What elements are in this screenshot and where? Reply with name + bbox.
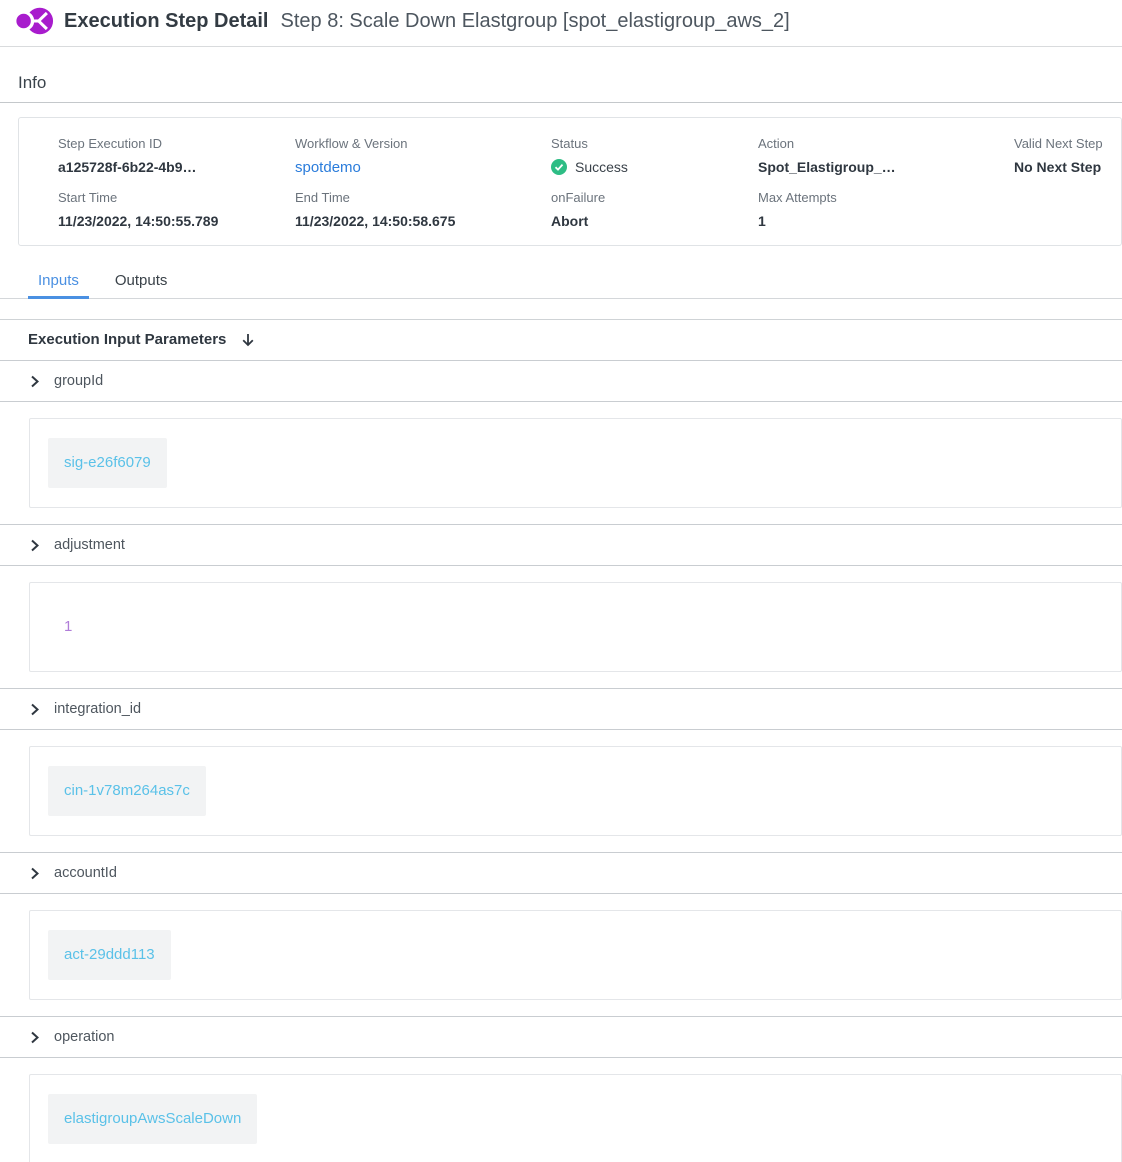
field-value: a125728f-6b22-4b9… <box>58 159 295 175</box>
field-value: 11/23/2022, 14:50:58.675 <box>295 213 551 229</box>
param-section: groupId sig-e26f6079 <box>0 360 1122 524</box>
field-max-attempts: Max Attempts 1 <box>758 190 1014 229</box>
param-row[interactable]: integration_id <box>0 689 1122 730</box>
tab-outputs[interactable]: Outputs <box>105 267 178 299</box>
page-title: Execution Step Detail <box>64 10 269 33</box>
param-section: adjustment 1 <box>0 524 1122 688</box>
field-valid-next-step: Valid Next Step No Next Step <box>1014 136 1121 176</box>
param-section: operation elastigroupAwsScaleDown <box>0 1016 1122 1162</box>
param-panel-wrap: elastigroupAwsScaleDown <box>0 1058 1122 1162</box>
param-value-chip: act-29ddd113 <box>48 930 171 980</box>
param-panel-wrap: act-29ddd113 <box>0 894 1122 1016</box>
param-value-chip: cin-1v78m264as7c <box>48 766 206 816</box>
field-action: Action Spot_Elastigroup_… <box>758 136 1014 176</box>
field-status: Status Success <box>551 136 758 176</box>
param-name: accountId <box>54 865 117 881</box>
field-label: End Time <box>295 190 551 205</box>
chevron-right-icon <box>28 375 41 388</box>
param-value-panel: sig-e26f6079 <box>29 418 1122 508</box>
spot-brand-icon <box>16 5 54 37</box>
param-name: operation <box>54 1029 114 1045</box>
info-heading: Info <box>18 73 46 92</box>
tab-bar: Inputs Outputs <box>0 267 1122 299</box>
param-row[interactable]: groupId <box>0 361 1122 402</box>
params-panel: Execution Input Parameters groupId sig-e… <box>0 319 1122 1162</box>
page-header: Execution Step Detail Step 8: Scale Down… <box>0 0 1122 47</box>
chevron-right-icon <box>28 703 41 716</box>
param-value-chip: 1 <box>48 602 88 652</box>
param-name: integration_id <box>54 701 141 717</box>
params-header: Execution Input Parameters <box>0 320 1122 360</box>
param-panel-wrap: cin-1v78m264as7c <box>0 730 1122 852</box>
param-section: integration_id cin-1v78m264as7c <box>0 688 1122 852</box>
param-value-panel: cin-1v78m264as7c <box>29 746 1122 836</box>
field-value: No Next Step <box>1014 159 1121 175</box>
field-step-execution-id: Step Execution ID a125728f-6b22-4b9… <box>58 136 295 176</box>
status-text: Success <box>575 159 628 175</box>
field-label: Valid Next Step <box>1014 136 1121 151</box>
field-end-time: End Time 11/23/2022, 14:50:58.675 <box>295 190 551 229</box>
field-value: Abort <box>551 213 758 229</box>
chevron-right-icon <box>28 867 41 880</box>
chevron-right-icon <box>28 539 41 552</box>
field-label: Status <box>551 136 758 151</box>
workflow-link[interactable]: spotdemo <box>295 159 551 176</box>
check-circle-icon <box>551 159 567 175</box>
info-card: Step Execution ID a125728f-6b22-4b9… Wor… <box>18 117 1122 246</box>
params-heading: Execution Input Parameters <box>28 331 226 348</box>
field-empty <box>1014 190 1121 229</box>
info-section-header: Info <box>0 73 1122 103</box>
field-label: onFailure <box>551 190 758 205</box>
param-name: groupId <box>54 373 103 389</box>
param-name: adjustment <box>54 537 125 553</box>
param-value-panel: 1 <box>29 582 1122 672</box>
field-on-failure: onFailure Abort <box>551 190 758 229</box>
field-label: Start Time <box>58 190 295 205</box>
field-label: Action <box>758 136 1014 151</box>
param-panel-wrap: sig-e26f6079 <box>0 402 1122 524</box>
chevron-right-icon <box>28 1031 41 1044</box>
arrow-down-icon[interactable] <box>240 332 256 348</box>
field-label: Workflow & Version <box>295 136 551 151</box>
param-row[interactable]: operation <box>0 1017 1122 1058</box>
field-value: 1 <box>758 213 1014 229</box>
tab-inputs[interactable]: Inputs <box>28 267 89 299</box>
page-subtitle: Step 8: Scale Down Elastgroup [spot_elas… <box>281 10 790 33</box>
params-list: groupId sig-e26f6079 adjustment 1 integr… <box>0 360 1122 1162</box>
field-value: Spot_Elastigroup_… <box>758 159 1014 175</box>
param-row[interactable]: accountId <box>0 853 1122 894</box>
field-start-time: Start Time 11/23/2022, 14:50:55.789 <box>58 190 295 229</box>
param-panel-wrap: 1 <box>0 566 1122 688</box>
field-value: 11/23/2022, 14:50:55.789 <box>58 213 295 229</box>
field-label: Step Execution ID <box>58 136 295 151</box>
param-value-chip: sig-e26f6079 <box>48 438 167 488</box>
param-value-panel: elastigroupAwsScaleDown <box>29 1074 1122 1162</box>
field-workflow-version: Workflow & Version spotdemo <box>295 136 551 176</box>
field-label: Max Attempts <box>758 190 1014 205</box>
param-row[interactable]: adjustment <box>0 525 1122 566</box>
param-value-chip: elastigroupAwsScaleDown <box>48 1094 257 1144</box>
param-value-panel: act-29ddd113 <box>29 910 1122 1000</box>
status-badge: Success <box>551 159 758 175</box>
param-section: accountId act-29ddd113 <box>0 852 1122 1016</box>
